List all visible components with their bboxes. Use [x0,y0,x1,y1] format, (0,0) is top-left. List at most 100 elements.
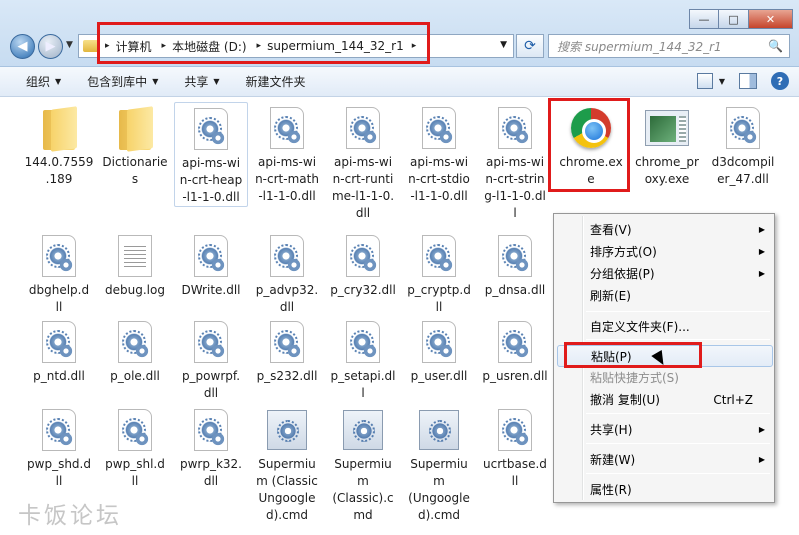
dll-file-icon [194,321,228,363]
file-name: Supermiu m (Classic).c md [332,457,394,522]
gear-icon [363,344,377,358]
paste-annotation-box [564,342,702,368]
gear-icon [515,344,529,358]
include-in-library-button[interactable]: 包含到库中 ▼ [87,73,158,90]
back-button[interactable]: ◀ [10,34,35,59]
file-item[interactable]: p_powrpf. dll [174,316,248,402]
file-item[interactable]: pwrp_k32. dll [174,404,248,490]
chevron-down-icon[interactable]: ▼ [719,77,725,86]
search-placeholder: 搜索 supermium_144_32_r1 [557,39,722,54]
file-item[interactable]: p_ole.dll [98,316,172,385]
file-name: p_ntd.dll [33,369,85,383]
context-menu-item[interactable]: 排序方式(O) ▶ [557,241,773,263]
file-item[interactable]: p_cry32.dll [326,230,400,299]
command-bar: 组织 ▼ 包含到库中 ▼ 共享 ▼ 新建文件夹 ▼ ? [0,67,799,97]
file-item[interactable]: pwp_shl.d ll [98,404,172,490]
file-name: p_cryptp.d ll [407,283,471,314]
include-in-library-label: 包含到库中 [87,75,148,89]
gear-icon [429,420,451,442]
forward-button[interactable]: ▶ [38,34,63,59]
file-icon-box [478,230,552,282]
recent-pages-dropdown[interactable]: ▼ [66,40,73,50]
context-menu-item[interactable]: 刷新(E) [557,285,773,307]
dll-file-icon [42,409,76,451]
file-item[interactable]: p_ntd.dll [22,316,96,385]
context-menu-item[interactable]: 撤消 复制(U) Ctrl+Z [557,389,773,411]
help-icon[interactable]: ? [771,72,789,90]
file-name: 144.0.7559 .189 [24,155,94,186]
file-name: api-ms-wi n-crt-strin g-l1-1-0.dl l [484,155,546,220]
menu-item-label: 排序方式(O) [590,245,657,259]
file-item[interactable]: p_user.dll [402,316,476,385]
file-item[interactable]: d3dcompil er_47.dll [706,102,780,188]
watermark: 卡饭论坛 [18,503,122,529]
file-item[interactable]: debug.log [98,230,172,299]
maximize-button[interactable]: □ [719,9,749,29]
file-item[interactable]: Supermiu m (Classic Ungoogle d).cmd [250,404,324,524]
menu-separator [586,473,770,474]
window-controls: — □ ✕ [689,9,793,29]
search-icon[interactable]: 🔍 [768,39,783,53]
minimize-button[interactable]: — [689,9,719,29]
file-icon-box [174,316,248,368]
file-item[interactable]: Dictionarie s [98,102,172,188]
address-dropdown-button[interactable]: ▼ [500,40,507,50]
refresh-button[interactable]: ⟳ [516,34,544,58]
context-menu-item[interactable]: 自定义文件夹(F)... [557,316,773,338]
file-item[interactable]: api-ms-wi n-crt-stdio -l1-1-0.dll [402,102,476,205]
file-item[interactable]: api-ms-wi n-crt-runti me-l1-1-0. dll [326,102,400,222]
menu-separator [586,443,770,444]
file-item[interactable]: p_advp32. dll [250,230,324,316]
chrome-annotation-box [548,98,630,192]
close-button[interactable]: ✕ [749,9,793,29]
context-menu-item[interactable]: 属性(R) [557,479,773,501]
file-item[interactable]: pwp_shd.d ll [22,404,96,490]
file-item[interactable]: p_cryptp.d ll [402,230,476,316]
file-icon-box [402,102,476,154]
gear-icon [277,420,299,442]
file-item[interactable]: p_setapi.dl l [326,316,400,402]
organize-button[interactable]: 组织 ▼ [26,73,61,90]
file-item[interactable]: api-ms-wi n-crt-heap -l1-1-0.dll [174,102,248,207]
file-name: chrome_pr oxy.exe [635,155,699,186]
file-item[interactable]: dbghelp.d ll [22,230,96,316]
context-menu-item[interactable]: 共享(H) ▶ [557,419,773,441]
file-item[interactable]: p_usren.dll [478,316,552,385]
file-item[interactable]: api-ms-wi n-crt-math -l1-1-0.dll [250,102,324,205]
submenu-arrow-icon: ▶ [758,269,765,278]
preview-pane-icon[interactable] [739,73,757,89]
file-icon-box [175,103,247,155]
context-menu-item[interactable]: 查看(V) ▶ [557,219,773,241]
file-icon-box [250,102,324,154]
file-item[interactable]: Supermiu m (Classic).c md [326,404,400,524]
file-item[interactable]: ucrtbase.d ll [478,404,552,490]
file-name: DWrite.dll [181,283,241,297]
file-item[interactable]: p_s232.dll [250,316,324,385]
file-item[interactable]: p_dnsa.dll [478,230,552,299]
file-item[interactable]: api-ms-wi n-crt-strin g-l1-1-0.dl l [478,102,552,222]
menu-item-label: 新建(W) [590,453,636,467]
context-menu-item[interactable]: 新建(W) ▶ [557,449,773,471]
dll-file-icon [346,107,380,149]
share-label: 共享 [184,75,209,89]
gear-icon [353,420,375,442]
gear-icon [211,432,225,446]
share-button[interactable]: 共享 ▼ [184,73,219,90]
file-name: p_ole.dll [110,369,160,383]
file-item[interactable]: DWrite.dll [174,230,248,299]
context-menu-item[interactable]: 分组依据(P) ▶ [557,263,773,285]
file-item[interactable]: chrome_pr oxy.exe [630,102,704,188]
file-item[interactable]: 144.0.7559 .189 [22,102,96,188]
dll-file-icon [270,107,304,149]
change-view-icon[interactable] [696,73,713,89]
dll-file-icon [270,235,304,277]
search-input[interactable]: 搜索 supermium_144_32_r1 🔍 [548,34,790,58]
chevron-down-icon: ▼ [213,77,220,86]
menu-item-label: 查看(V) [590,223,632,237]
file-item[interactable]: Supermiu m (Ungoogle d).cmd [402,404,476,524]
file-icon-box [478,316,552,368]
new-folder-button[interactable]: 新建文件夹 [246,73,306,90]
file-icon-box [22,404,96,456]
file-icon-box [98,404,172,456]
menu-item-label: 属性(R) [590,483,632,497]
